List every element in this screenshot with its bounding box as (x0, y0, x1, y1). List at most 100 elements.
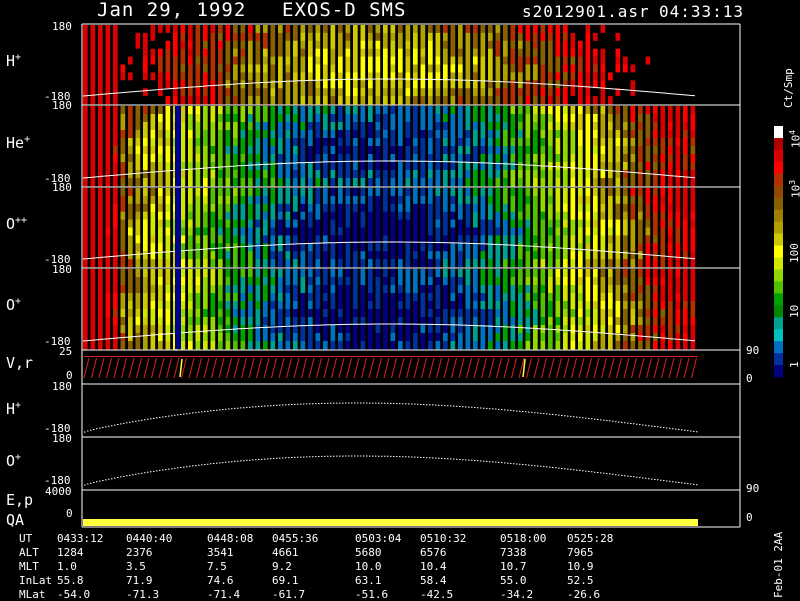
ion-symbol: He (6, 134, 25, 152)
footer-cell: 6576 (420, 546, 447, 559)
footer-cell: 10.9 (567, 560, 594, 573)
colorbar-swatch (774, 365, 783, 378)
footer-cell: 0503:04 (355, 532, 402, 545)
file-name: s2012901.asr (522, 2, 650, 21)
panel-label-h-plus: H+ (6, 50, 21, 69)
footer-cell: 7.5 (207, 560, 227, 573)
y-tick-top: 4000 (45, 485, 72, 498)
footer-cell: 58.4 (420, 574, 447, 587)
footer-cell: 10.4 (420, 560, 447, 573)
colorbar (774, 126, 783, 378)
footer-cell: 74.6 (207, 574, 234, 587)
colorbar-swatch (774, 353, 783, 366)
ion-symbol: O (6, 215, 16, 233)
panel-label-he-plus: He+ (6, 132, 30, 151)
colorbar-swatch (774, 185, 783, 199)
ion-charge: + (15, 400, 22, 411)
colorbar-swatch (774, 305, 783, 318)
footer-cell: 0455:36 (272, 532, 319, 545)
ion-symbol: H (6, 52, 16, 70)
y-tick-top: 180 (52, 20, 72, 33)
ion-charge: + (15, 296, 22, 307)
qa-bar (83, 519, 698, 526)
footer-cell: -42.5 (420, 588, 454, 601)
colorbar-swatch (774, 161, 783, 175)
footer-cell: 63.1 (355, 574, 382, 587)
footer-cell: 3.5 (126, 560, 146, 573)
colorbar-swatch (774, 341, 783, 354)
colorbar-swatch (774, 317, 783, 330)
velocity-marker (179, 358, 183, 378)
colorbar-swatch (774, 269, 783, 282)
y-tick-top: 180 (52, 99, 72, 112)
panel-label-o-pp: O++ (6, 213, 27, 232)
spectrogram-panel (82, 25, 698, 105)
footer-cell: 0518:00 (500, 532, 547, 545)
data-gap-column (175, 106, 181, 349)
footer-cell: -61.7 (272, 588, 306, 601)
colorbar-swatch (774, 197, 783, 211)
footer-row-label: InLat (19, 574, 53, 587)
pitch-angle-trace (84, 455, 698, 486)
trace-group (83, 356, 698, 486)
footer-cell: -26.6 (567, 588, 601, 601)
footer-cell: 9.2 (272, 560, 292, 573)
colorbar-swatch (774, 233, 783, 247)
y-tick-top: 180 (52, 263, 72, 276)
footer-cell: 2376 (126, 546, 153, 559)
tick-exponent: 4 (788, 129, 797, 135)
y-tick-top: 25 (59, 345, 73, 358)
panel-label-qa: QA (6, 511, 25, 529)
panel-label-h-line: H+ (6, 398, 21, 417)
y-tick-top: 180 (52, 181, 72, 194)
footer-cell: 71.9 (126, 574, 153, 587)
footer-cell: 1284 (57, 546, 84, 559)
right-tick-top: 90 (746, 344, 760, 357)
panel-label-o-line: O+ (6, 450, 21, 469)
panel-label-o-plus: O+ (6, 294, 21, 313)
colorbar-swatch (774, 293, 783, 306)
footer-cell: 0448:08 (207, 532, 254, 545)
colorbar-swatch (774, 209, 783, 223)
pitch-angle-trace (84, 402, 698, 433)
plot-canvas (81, 23, 783, 528)
colorbar-tick-10: 10 (788, 304, 800, 318)
instrument-name: EXOS-D SMS (282, 0, 407, 21)
footer-cell: 10.7 (500, 560, 527, 573)
colorbar-unit: Ct/Smp (782, 68, 795, 108)
footer-row-label: MLT (19, 560, 39, 573)
footer-cell: -71.4 (207, 588, 241, 601)
footer-row-label: ALT (19, 546, 39, 559)
panel-label-ep: E,p (6, 491, 34, 509)
footer-cell: -51.6 (355, 588, 389, 601)
footer-cell: 1.0 (57, 560, 77, 573)
velocity-trace (83, 357, 697, 379)
ion-charge: + (15, 452, 22, 463)
footer-cell: 7338 (500, 546, 527, 559)
ion-symbol: O (6, 452, 16, 470)
tick-base: 10 (789, 184, 800, 198)
footer-cell: 55.8 (57, 574, 84, 587)
colorbar-tick-1: 1 (788, 361, 800, 368)
ion-charge: ++ (15, 215, 28, 226)
footer-row-label: MLat (19, 588, 46, 601)
colorbar-swatch (774, 245, 783, 258)
colorbar-swatch (774, 281, 783, 294)
footer-cell: 52.5 (567, 574, 594, 587)
footer-cell: 3541 (207, 546, 234, 559)
colorbar-swatch (774, 257, 783, 270)
colorbar-swatch (774, 173, 783, 187)
y-tick-top: 180 (52, 432, 72, 445)
colorbar-swatch (774, 221, 783, 235)
colorbar-tick-100: 100 (788, 243, 800, 263)
tick-base: 10 (789, 134, 800, 148)
ion-symbol: H (6, 400, 16, 418)
colorbar-swatch (774, 138, 783, 151)
colorbar-tick-1e3: 103 (788, 180, 800, 198)
footer-cell: -34.2 (500, 588, 534, 601)
right-tick-top: 90 (746, 482, 760, 495)
footer-cell: 7965 (567, 546, 594, 559)
plot-date: Jan 29, 1992 (97, 0, 247, 21)
y-tick-top: 180 (52, 380, 72, 393)
footer-cell: 69.1 (272, 574, 299, 587)
